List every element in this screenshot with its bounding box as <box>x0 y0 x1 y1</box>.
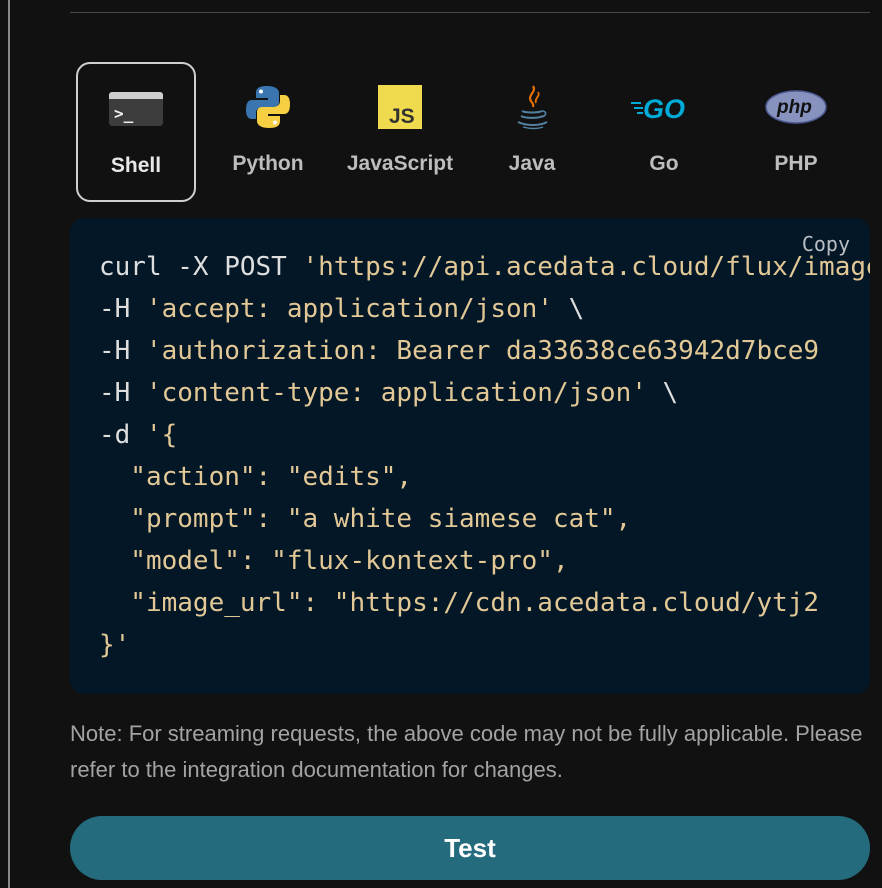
tab-go[interactable]: GO Go <box>604 62 724 202</box>
code-token: \ <box>647 378 678 408</box>
code-string-token: "action": "edits", <box>99 462 412 492</box>
code-string-token: "prompt": "a white siamese cat", <box>99 504 631 534</box>
javascript-icon: JS <box>340 84 460 130</box>
code-string-token: '{ <box>146 420 177 450</box>
tab-python[interactable]: Python <box>208 62 328 202</box>
go-icon: GO <box>604 84 724 130</box>
code-content[interactable]: curl -X POST 'https://api.acedata.cloud/… <box>99 246 870 666</box>
tab-label: Go <box>604 152 724 176</box>
test-button[interactable]: Test <box>70 816 870 880</box>
code-token: curl -X POST <box>99 252 303 282</box>
code-line: -d '{ <box>99 414 870 456</box>
svg-text:JS: JS <box>389 105 415 128</box>
java-icon <box>472 84 592 130</box>
tab-shell[interactable]: >_ Shell <box>76 62 196 202</box>
svg-text:>_: >_ <box>114 104 134 123</box>
code-line: "action": "edits", <box>99 456 870 498</box>
code-token: \ <box>553 294 584 324</box>
code-line: curl -X POST 'https://api.acedata.cloud/… <box>99 246 870 288</box>
language-tabs: >_ Shell Python JS JavaScript <box>76 62 876 202</box>
code-line: -H 'content-type: application/json' \ <box>99 372 870 414</box>
code-string-token: 'content-type: application/json' <box>146 378 647 408</box>
code-string-token: "image_url": "https://cdn.acedata.cloud/… <box>99 588 819 618</box>
code-line: }' <box>99 624 870 666</box>
tab-java[interactable]: Java <box>472 62 592 202</box>
code-line: "model": "flux-kontext-pro", <box>99 540 870 582</box>
php-icon: php <box>736 84 856 130</box>
code-token: -d <box>99 420 146 450</box>
tab-php[interactable]: php PHP <box>736 62 856 202</box>
code-string-token: 'authorization: Bearer da33638ce63942d7b… <box>146 336 819 366</box>
copy-button[interactable]: Copy <box>802 232 850 256</box>
code-string-token: 'accept: application/json' <box>146 294 553 324</box>
code-block: curl -X POST 'https://api.acedata.cloud/… <box>70 218 870 694</box>
tab-javascript[interactable]: JS JavaScript <box>340 62 460 202</box>
tab-label: PHP <box>736 152 856 176</box>
left-border <box>8 0 10 888</box>
terminal-icon: >_ <box>78 86 194 132</box>
code-token: -H <box>99 336 146 366</box>
code-line: -H 'authorization: Bearer da33638ce63942… <box>99 330 870 372</box>
code-line: "prompt": "a white siamese cat", <box>99 498 870 540</box>
tab-label: Shell <box>78 154 194 178</box>
code-string-token: "model": "flux-kontext-pro", <box>99 546 569 576</box>
tab-label: Python <box>208 152 328 176</box>
section-divider <box>70 12 870 13</box>
code-line: "image_url": "https://cdn.acedata.cloud/… <box>99 582 870 624</box>
svg-text:php: php <box>776 97 812 118</box>
code-string-token: }' <box>99 630 130 660</box>
python-icon <box>208 84 328 130</box>
code-token: -H <box>99 294 146 324</box>
code-string-token: 'https://api.acedata.cloud/flux/images' … <box>303 252 871 282</box>
tab-label: Java <box>472 152 592 176</box>
svg-text:GO: GO <box>643 94 685 122</box>
code-token: -H <box>99 378 146 408</box>
code-line: -H 'accept: application/json' \ <box>99 288 870 330</box>
tab-label: JavaScript <box>340 152 460 176</box>
streaming-note: Note: For streaming requests, the above … <box>70 716 870 788</box>
